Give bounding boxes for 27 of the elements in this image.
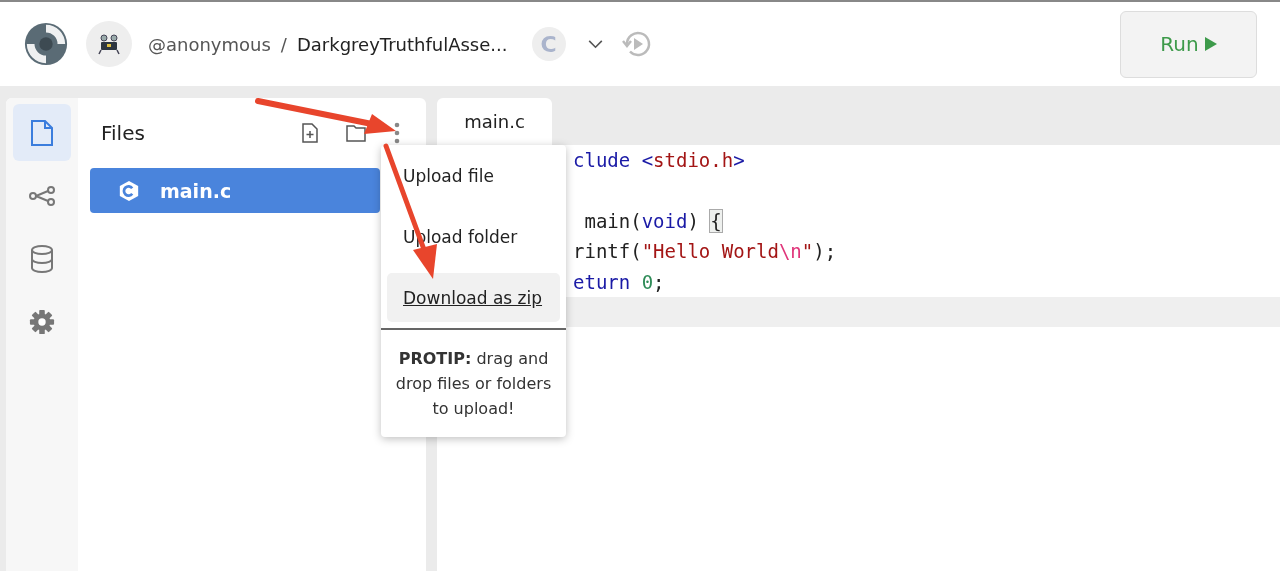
new-folder-icon[interactable]	[346, 124, 366, 142]
avatar-icon[interactable]	[86, 21, 132, 67]
editor-tab[interactable]: main.c	[437, 98, 552, 145]
code-line: rintf("Hello World\n");	[573, 240, 837, 263]
database-icon	[30, 244, 54, 273]
c-language-icon	[118, 179, 140, 202]
chevron-down-icon[interactable]	[587, 39, 603, 49]
share-icon	[28, 185, 56, 206]
menu-item[interactable]: Upload file	[387, 151, 560, 200]
play-icon	[1204, 37, 1217, 51]
protip-text: PROTIP: drag and drop files or folders to upload!	[381, 328, 566, 437]
code-line: main(void) {	[583, 209, 722, 232]
settings-icon	[29, 308, 55, 335]
new-file-icon[interactable]	[302, 123, 318, 143]
language-badge: C	[531, 27, 566, 61]
user-name[interactable]: @anonymous	[148, 33, 271, 55]
file-item[interactable]: main.c	[90, 168, 380, 213]
project-name[interactable]: DarkgreyTruthfulAsse...	[296, 33, 508, 55]
files-title: Files	[101, 121, 146, 145]
file-tab[interactable]	[13, 104, 71, 161]
menu-item[interactable]: Download as zip	[387, 273, 560, 322]
code-line: eturn 0;	[573, 270, 665, 293]
file-icon	[30, 118, 54, 147]
logo-icon[interactable]	[23, 21, 69, 67]
path-separator: /	[280, 33, 287, 55]
more-options-icon[interactable]	[394, 122, 400, 144]
code-line: clude <stdio.h>	[573, 149, 745, 172]
